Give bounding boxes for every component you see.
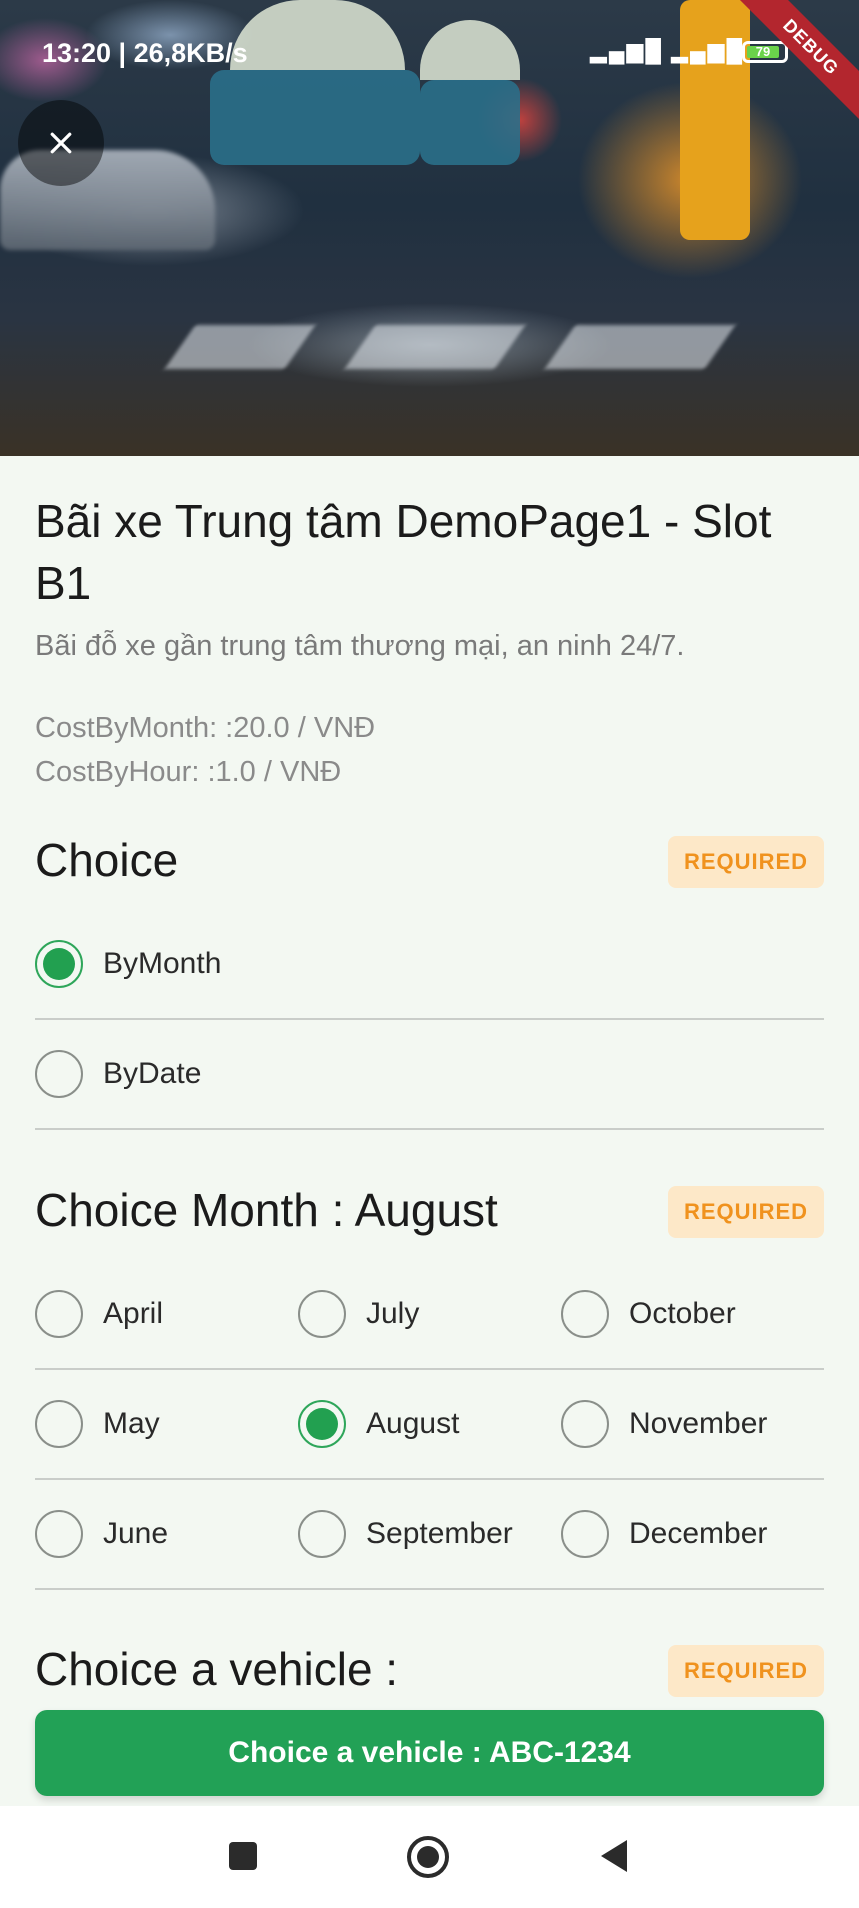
month-option-may[interactable]: May bbox=[35, 1400, 160, 1448]
choose-vehicle-button[interactable]: Choice a vehicle : ABC-1234 bbox=[35, 1710, 824, 1796]
month-label: May bbox=[103, 1407, 160, 1440]
battery-level: 79 bbox=[747, 45, 779, 58]
choice-title: Choice bbox=[35, 834, 179, 886]
month-label: November bbox=[629, 1407, 768, 1440]
required-badge: REQUIRED bbox=[668, 1645, 824, 1697]
radio-october[interactable] bbox=[561, 1290, 609, 1338]
month-option-october[interactable]: October bbox=[561, 1290, 736, 1338]
recents-icon[interactable] bbox=[225, 1836, 261, 1876]
month-title: Choice Month : August bbox=[35, 1184, 498, 1236]
month-option-july[interactable]: July bbox=[298, 1290, 419, 1338]
divider bbox=[35, 1588, 824, 1590]
road-stripe bbox=[164, 325, 316, 369]
radio-august[interactable] bbox=[298, 1400, 346, 1448]
radio-may[interactable] bbox=[35, 1400, 83, 1448]
option-label: ByDate bbox=[103, 1057, 202, 1090]
required-badge: REQUIRED bbox=[668, 1186, 824, 1238]
radio-september[interactable] bbox=[298, 1510, 346, 1558]
month-option-august[interactable]: August bbox=[298, 1400, 459, 1448]
status-bar: 13:20 | 26,8KB/s ▂▄▆█ ▂▄▆█ 79 DEBUG bbox=[0, 0, 859, 130]
status-time: 13:20 | 26,8KB/s bbox=[42, 38, 248, 68]
back-icon[interactable] bbox=[597, 1836, 633, 1876]
road-stripe bbox=[544, 325, 736, 369]
vehicle-title: Choice a vehicle : bbox=[35, 1643, 399, 1695]
battery-icon: 79 bbox=[742, 41, 788, 63]
radio-december[interactable] bbox=[561, 1510, 609, 1558]
system-nav-bar bbox=[0, 1806, 859, 1908]
month-option-september[interactable]: September bbox=[298, 1510, 513, 1558]
month-label: October bbox=[629, 1297, 736, 1330]
month-label: August bbox=[366, 1407, 460, 1440]
required-badge: REQUIRED bbox=[668, 836, 824, 888]
radio-by-date[interactable] bbox=[35, 1050, 83, 1098]
radio-by-month[interactable] bbox=[35, 940, 83, 988]
month-label: July bbox=[366, 1297, 420, 1330]
month-option-june[interactable]: June bbox=[35, 1510, 168, 1558]
option-by-date[interactable]: ByDate bbox=[35, 1050, 201, 1098]
divider bbox=[35, 1478, 824, 1480]
option-label: ByMonth bbox=[103, 947, 222, 980]
month-option-april[interactable]: April bbox=[35, 1290, 163, 1338]
month-option-november[interactable]: November bbox=[561, 1400, 767, 1448]
radio-july[interactable] bbox=[298, 1290, 346, 1338]
month-label: September bbox=[366, 1517, 513, 1550]
month-label: June bbox=[103, 1517, 169, 1550]
close-icon bbox=[50, 132, 72, 154]
radio-november[interactable] bbox=[561, 1400, 609, 1448]
parking-description: Bãi đỗ xe gần trung tâm thương mại, an n… bbox=[35, 630, 685, 662]
cost-by-hour: CostByHour: :1.0 / VNĐ bbox=[35, 756, 342, 788]
month-label: April bbox=[103, 1297, 164, 1330]
close-button[interactable] bbox=[18, 100, 104, 186]
page-title: Bãi xe Trung tâm DemoPage1 - Slot B1 bbox=[35, 495, 772, 609]
divider bbox=[35, 1018, 824, 1020]
radio-april[interactable] bbox=[35, 1290, 83, 1338]
radio-june[interactable] bbox=[35, 1510, 83, 1558]
option-by-month[interactable]: ByMonth bbox=[35, 940, 221, 988]
cost-by-month: CostByMonth: :20.0 / VNĐ bbox=[35, 712, 376, 744]
month-option-december[interactable]: December bbox=[561, 1510, 767, 1558]
divider bbox=[35, 1368, 824, 1370]
home-icon[interactable] bbox=[405, 1834, 451, 1880]
signal-icon: ▂▄▆█ ▂▄▆█ bbox=[590, 38, 745, 63]
divider bbox=[35, 1128, 824, 1130]
road-stripe bbox=[344, 325, 526, 369]
month-label: December bbox=[629, 1517, 768, 1550]
